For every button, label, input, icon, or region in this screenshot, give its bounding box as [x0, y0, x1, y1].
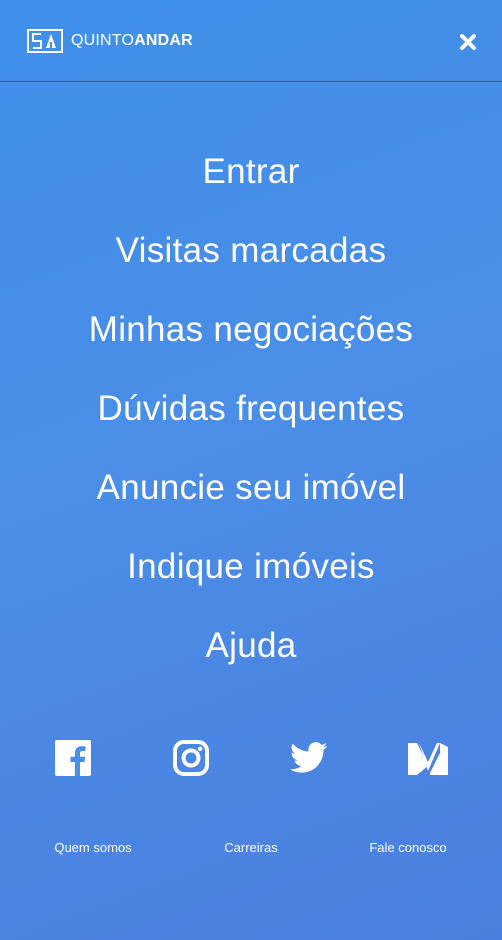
instagram-link[interactable]	[171, 739, 211, 781]
twitter-link[interactable]	[289, 740, 329, 780]
quintoandar-logo-icon	[27, 29, 63, 53]
menu-item-minhas-negociacoes[interactable]: Minhas negociações	[0, 290, 502, 369]
footer-link-quem-somos[interactable]: Quem somos	[54, 840, 131, 855]
medium-icon	[408, 741, 448, 780]
close-menu-button[interactable]	[458, 32, 478, 52]
close-icon	[458, 32, 478, 52]
logo-wordmark-bold: ANDAR	[134, 32, 193, 49]
social-links	[0, 739, 502, 781]
menu-item-visitas-marcadas[interactable]: Visitas marcadas	[0, 211, 502, 290]
menu-list: Entrar Visitas marcadas Minhas negociaçõ…	[0, 132, 502, 685]
footer-links: Quem somos Carreiras Fale conosco	[0, 840, 502, 860]
footer-link-carreiras[interactable]: Carreiras	[224, 840, 277, 855]
quintoandar-logo[interactable]: QUINTOANDAR	[27, 29, 193, 53]
logo-wordmark: QUINTOANDAR	[71, 29, 193, 53]
instagram-icon	[173, 739, 209, 781]
facebook-icon	[55, 739, 91, 781]
menu-item-indique-imoveis[interactable]: Indique imóveis	[0, 527, 502, 606]
menu-item-duvidas-frequentes[interactable]: Dúvidas frequentes	[0, 369, 502, 448]
menu-item-anuncie-seu-imovel[interactable]: Anuncie seu imóvel	[0, 448, 502, 527]
menu-item-ajuda[interactable]: Ajuda	[0, 606, 502, 685]
twitter-icon	[290, 741, 328, 779]
footer-link-fale-conosco[interactable]: Fale conosco	[369, 840, 446, 855]
facebook-link[interactable]	[53, 739, 93, 781]
medium-link[interactable]	[408, 740, 448, 780]
menu-item-entrar[interactable]: Entrar	[0, 132, 502, 211]
logo-wordmark-light: QUINTO	[71, 32, 135, 49]
app-header: QUINTOANDAR	[0, 0, 502, 82]
